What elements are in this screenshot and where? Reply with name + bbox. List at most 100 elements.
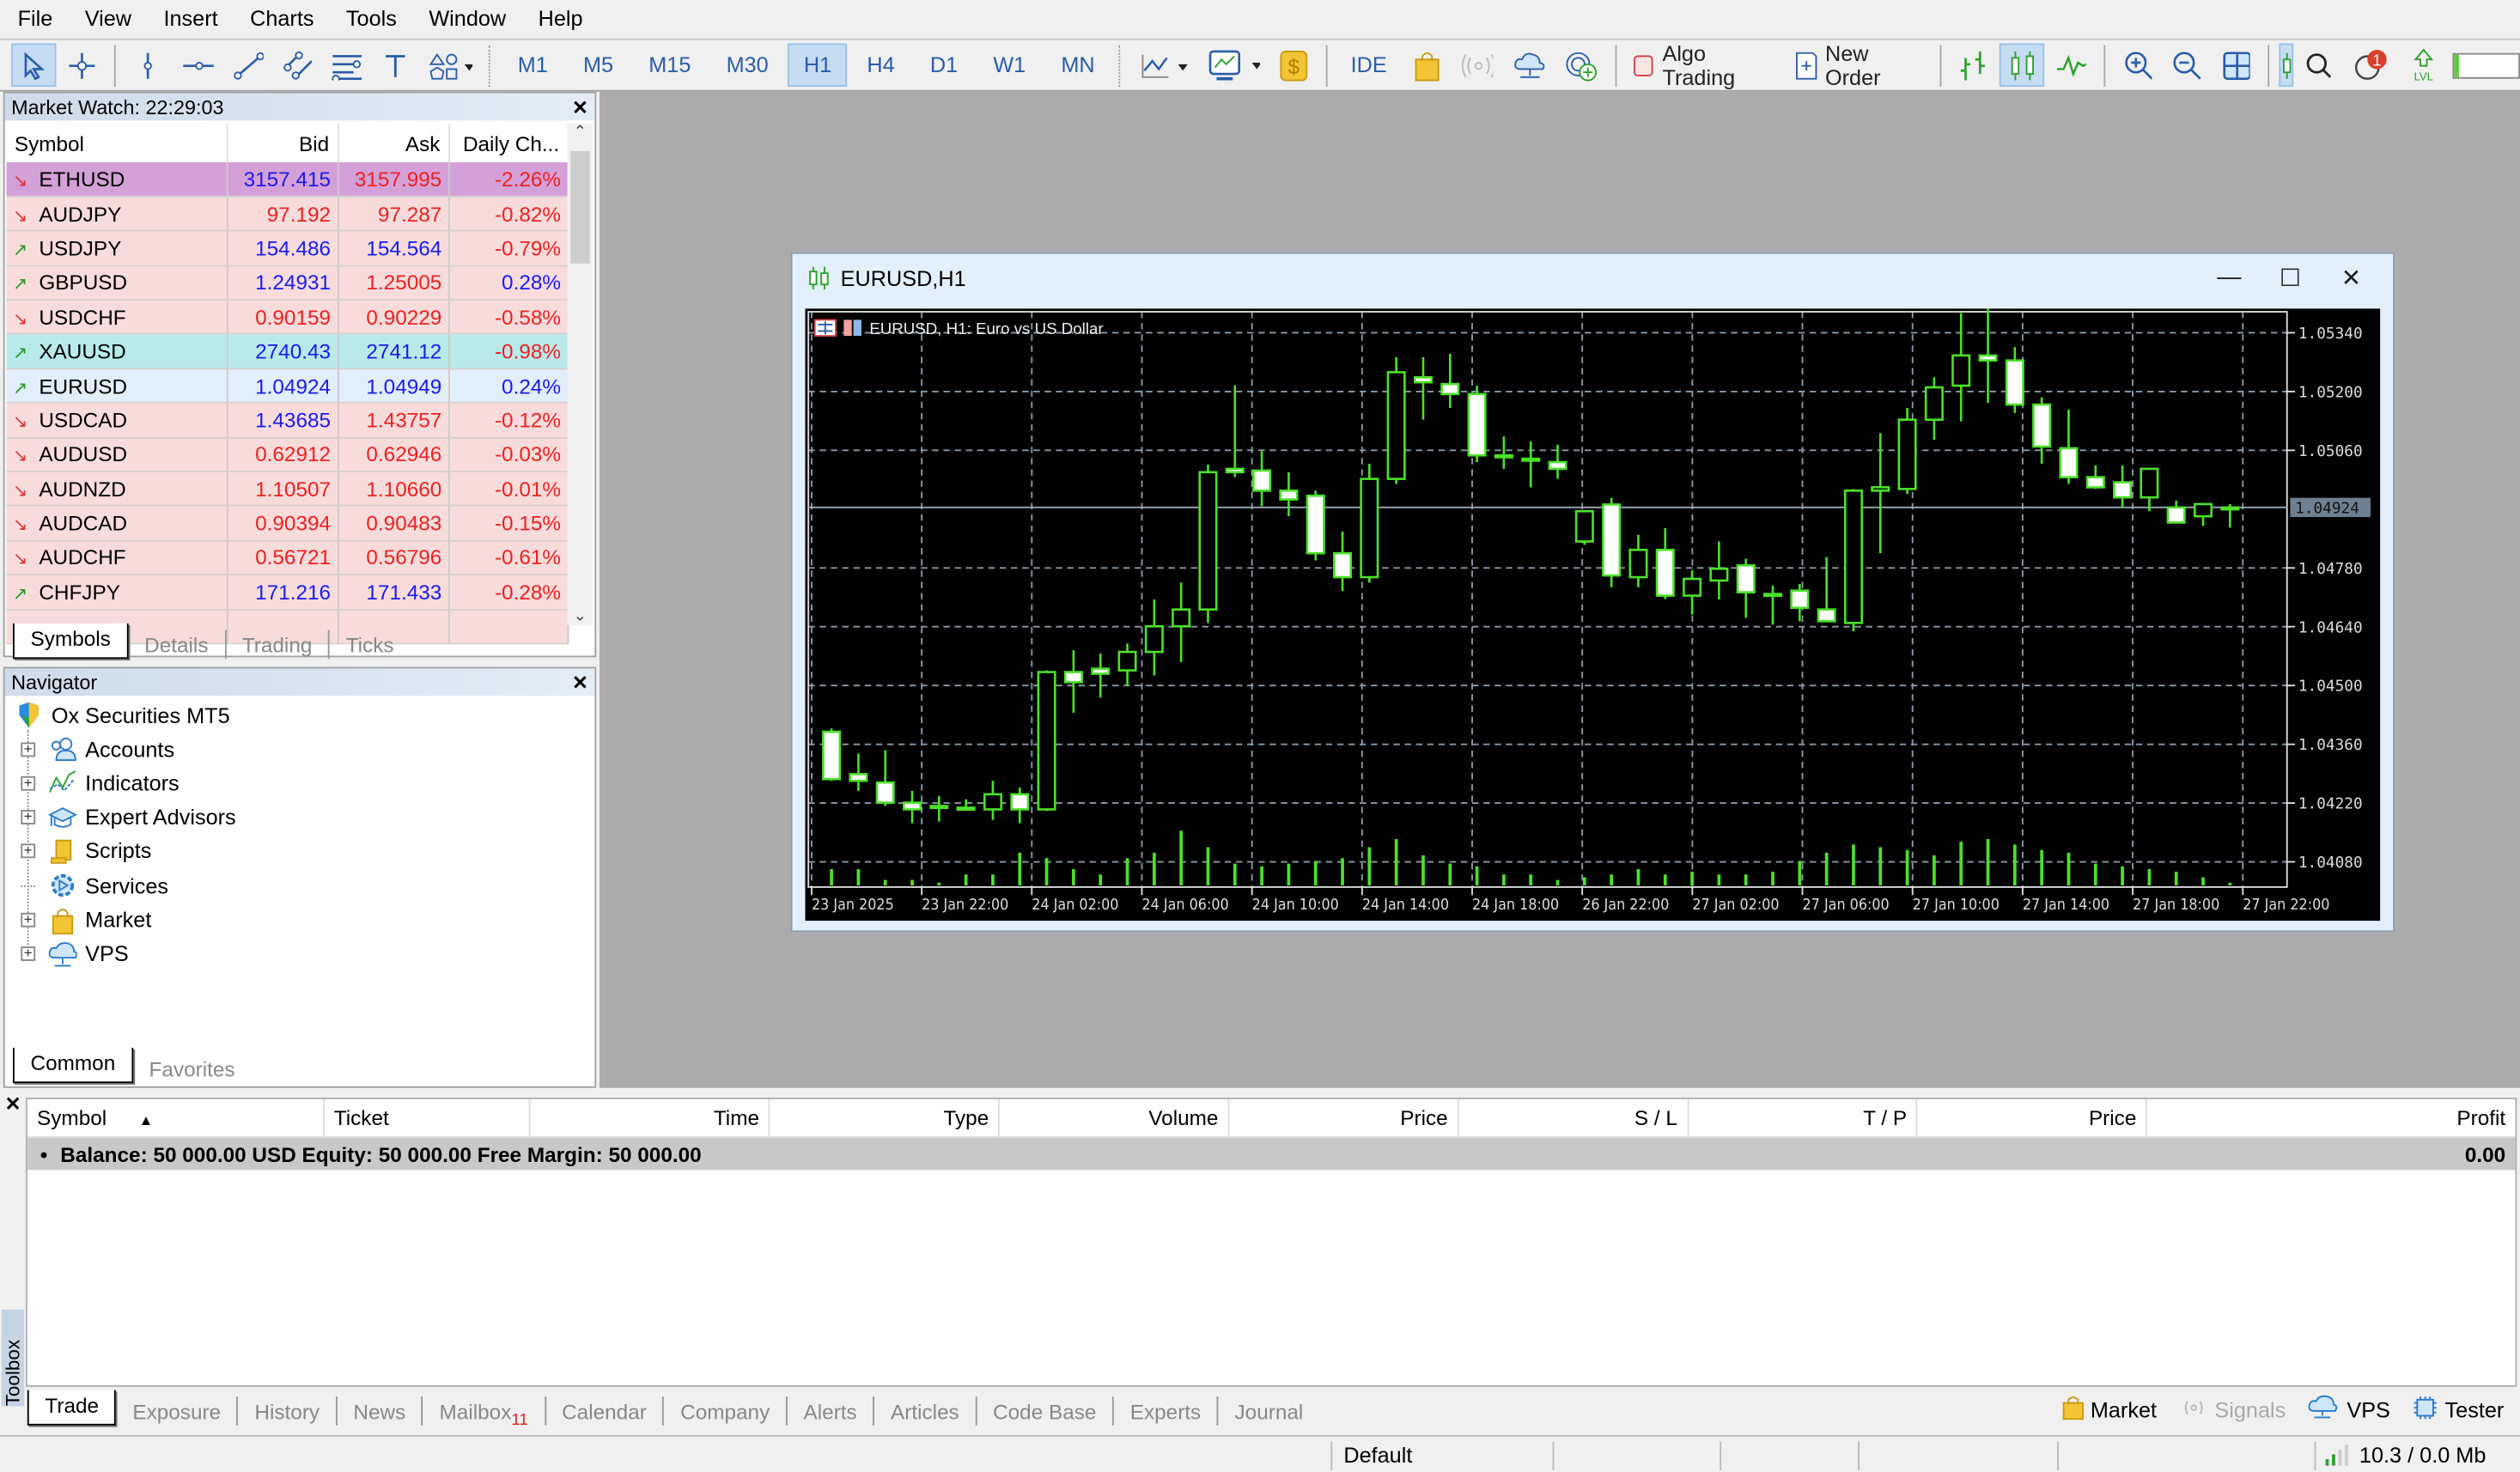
candle[interactable] <box>1602 497 1622 587</box>
link-signals[interactable]: Signals <box>2179 1396 2286 1424</box>
toolbox-close-button[interactable]: ✕ <box>5 1092 21 1115</box>
tab-alerts[interactable]: Alerts <box>788 1396 875 1426</box>
level-button[interactable]: LVL <box>2401 44 2445 88</box>
link-market[interactable]: Market <box>2061 1395 2157 1426</box>
expand-icon[interactable]: + <box>21 809 36 825</box>
horizontal-line-button[interactable] <box>173 44 222 88</box>
chart-type-button[interactable] <box>1131 44 1195 88</box>
tab-ticks[interactable]: Ticks <box>330 630 410 660</box>
timeframe-m30[interactable]: M30 <box>710 44 785 88</box>
link-vps[interactable]: VPS <box>2308 1395 2390 1426</box>
ide-button[interactable]: IDE <box>1336 44 1401 88</box>
timeframe-w1[interactable]: W1 <box>977 44 1042 88</box>
tab-common[interactable]: Common <box>12 1048 133 1084</box>
tab-details[interactable]: Details <box>128 630 227 660</box>
market-watch-row[interactable]: ↗ GBPUSD 1.24931 1.25005 0.28% <box>6 265 569 301</box>
tab-company[interactable]: Company <box>664 1396 788 1426</box>
navigator-root[interactable]: Ox Securities MT5 <box>15 699 230 731</box>
menu-help[interactable]: Help <box>527 6 603 30</box>
search-button[interactable] <box>2298 44 2342 88</box>
scroll-up-icon[interactable]: ⌃ <box>568 124 593 142</box>
tab-trading[interactable]: Trading <box>226 630 331 660</box>
connection-signal-icon[interactable] <box>2324 1445 2350 1472</box>
toolbar-grip[interactable] <box>489 44 493 87</box>
market-watch-close-button[interactable]: ✕ <box>572 95 594 118</box>
close-button[interactable]: ✕ <box>2335 264 2367 293</box>
navigator-item-scripts[interactable]: + Scripts <box>21 836 151 867</box>
chart-shift-button[interactable] <box>2279 43 2294 88</box>
market-watch-row[interactable]: ↗ EURUSD 1.04924 1.04949 0.24% <box>6 368 569 404</box>
maximize-button[interactable]: ☐ <box>2274 264 2306 293</box>
market-watch-scrollbar[interactable]: ⌃ ⌄ <box>567 124 593 625</box>
navigator-item-expert-advisors[interactable]: + Expert Advisors <box>21 801 236 833</box>
menu-window[interactable]: Window <box>417 6 527 30</box>
market-button[interactable] <box>1404 44 1449 88</box>
trade-column-symbol[interactable]: Symbol ▲ <box>27 1098 325 1136</box>
expand-icon[interactable]: + <box>21 946 36 962</box>
new-order-button[interactable]: New Order <box>1786 41 1930 89</box>
market-watch-row[interactable]: ↘ AUDCAD 0.90394 0.90483 -0.15% <box>6 506 569 542</box>
market-watch-row[interactable]: ↗ USDJPY 154.486 154.564 -0.79% <box>6 231 569 267</box>
column-header-bid[interactable]: Bid <box>227 124 339 162</box>
tab-calendar[interactable]: Calendar <box>545 1396 665 1426</box>
navigator-item-accounts[interactable]: + Accounts <box>21 733 174 764</box>
trade-column-volume[interactable]: Volume <box>1000 1098 1230 1136</box>
trade-column-profit[interactable]: Profit <box>2147 1099 2515 1136</box>
menu-insert[interactable]: Insert <box>152 6 239 30</box>
timeframe-mn[interactable]: MN <box>1045 44 1111 88</box>
vps-button[interactable] <box>1504 44 1553 88</box>
navigator-item-market[interactable]: + Market <box>21 904 151 936</box>
tab-favorites[interactable]: Favorites <box>133 1055 251 1084</box>
navigator-item-vps[interactable]: + VPS <box>21 938 129 970</box>
timeframe-d1[interactable]: D1 <box>914 44 974 88</box>
timeframe-h4[interactable]: H4 <box>851 44 911 88</box>
expand-icon[interactable]: + <box>21 843 36 859</box>
market-watch-row[interactable]: ↘ ETHUSD 3157.415 3157.995 -2.26% <box>6 161 569 198</box>
tab-trade[interactable]: Trade <box>27 1390 117 1426</box>
trade-column-price[interactable]: Price <box>1918 1098 2148 1136</box>
bar-chart-button[interactable] <box>1951 44 1996 88</box>
timeframe-h1[interactable]: H1 <box>788 43 848 88</box>
column-header-ask[interactable]: Ask <box>338 124 450 162</box>
candle[interactable] <box>1574 509 1594 545</box>
chart-window-titlebar[interactable]: EURUSD,H1 <box>808 265 966 291</box>
column-header-daily-change[interactable]: Daily Ch... <box>448 124 569 162</box>
chart-window-eurusd-h1[interactable]: EURUSD,H1 — ☐ ✕ 1.05340 1.05200 1.05060 1.0… <box>790 252 2395 933</box>
candle[interactable] <box>1306 490 1325 561</box>
vertical-line-button[interactable] <box>125 44 170 88</box>
text-tool-button[interactable] <box>372 44 417 88</box>
market-watch-row[interactable]: ↗ CHFJPY 171.216 171.433 -0.28% <box>6 575 569 611</box>
trade-column-ticket[interactable]: Ticket <box>325 1098 530 1136</box>
tab-exposure[interactable]: Exposure <box>117 1396 239 1426</box>
add-signal-button[interactable] <box>1556 44 1605 88</box>
market-watch-row[interactable]: ↘ AUDUSD 0.62912 0.62946 -0.03% <box>6 437 569 473</box>
balance-row[interactable]: • Balance: 50 000.00 USD Equity: 50 000.0… <box>27 1137 2516 1171</box>
candlestick-chart[interactable]: 1.05340 1.05200 1.05060 1.04780 1.04640 1.045… <box>805 308 2381 922</box>
column-header-symbol[interactable]: Symbol <box>6 124 228 162</box>
scrollbar-thumb[interactable] <box>570 150 590 264</box>
candle[interactable] <box>1037 670 1056 812</box>
navigator-item-indicators[interactable]: + Indicators <box>21 767 180 799</box>
candle[interactable] <box>1897 407 1917 495</box>
candle[interactable] <box>1467 386 1487 463</box>
expand-icon[interactable]: + <box>21 912 36 928</box>
link-tester[interactable]: Tester <box>2413 1395 2504 1426</box>
market-watch-row[interactable]: ↗ XAUUSD 2740.43 2741.12 -0.98% <box>6 334 569 370</box>
market-watch-row[interactable]: ↘ AUDCHF 0.56721 0.56796 -0.61% <box>6 540 569 576</box>
trend-line-button[interactable] <box>225 44 271 88</box>
navigator-item-services[interactable]: Services <box>21 870 168 902</box>
channel-button[interactable] <box>274 44 320 88</box>
market-watch-row[interactable]: ↘ AUDJPY 97.192 97.287 -0.82% <box>6 197 569 232</box>
candle[interactable] <box>1386 356 1406 484</box>
zoom-in-button[interactable] <box>2115 44 2160 88</box>
profile-name[interactable]: Default <box>1343 1443 1412 1467</box>
trade-column-t-p[interactable]: T / P <box>1689 1098 1919 1136</box>
menu-tools[interactable]: Tools <box>335 6 417 30</box>
algo-trading-button[interactable]: Algo Trading <box>1626 41 1782 89</box>
tab-mailbox[interactable]: Mailbox11 <box>423 1396 546 1430</box>
menu-view[interactable]: View <box>74 6 153 30</box>
trade-column-time[interactable]: Time <box>530 1098 771 1136</box>
tab-code-base[interactable]: Code Base <box>977 1396 1115 1426</box>
tab-journal[interactable]: Journal <box>1219 1396 1319 1426</box>
candle[interactable] <box>1198 464 1218 623</box>
